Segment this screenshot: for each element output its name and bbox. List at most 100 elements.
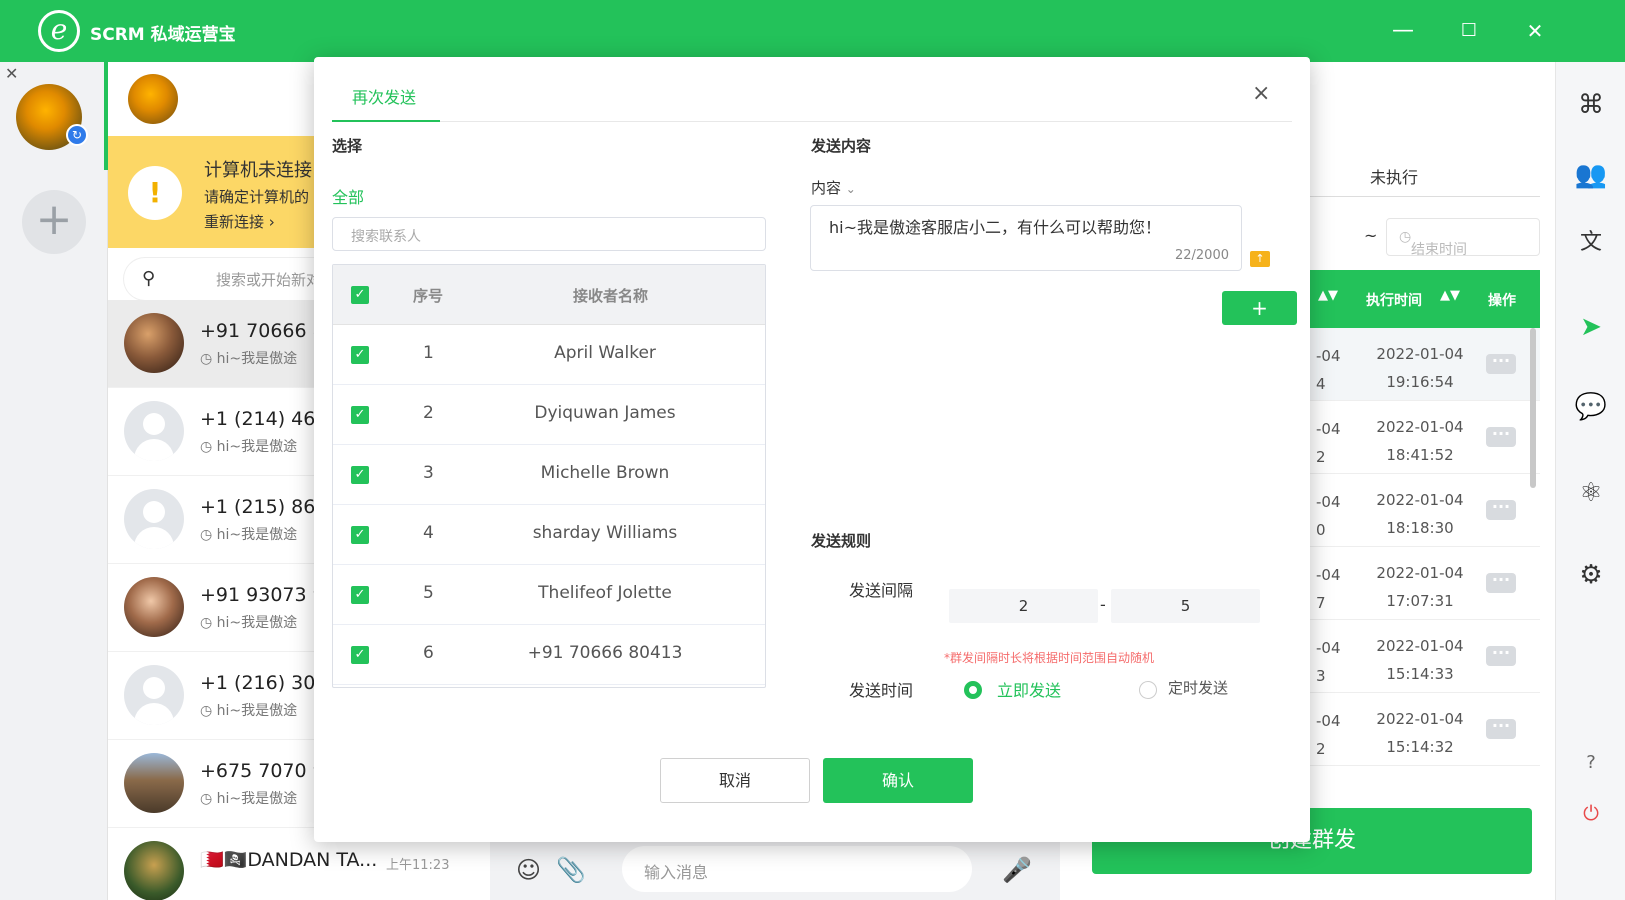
scheduled-send-label[interactable]: 定时发送: [1168, 677, 1228, 698]
history-row: -04 3 2022-01-04 15:14:33 ···: [1310, 620, 1540, 693]
history-scrollbar[interactable]: [1530, 328, 1536, 488]
send-now-label[interactable]: 立即发送: [997, 677, 1061, 701]
content-type-dropdown[interactable]: 内容 ⌄: [811, 177, 856, 198]
more-icon[interactable]: ···: [1486, 572, 1516, 593]
logout-icon[interactable]: ⏻: [1574, 796, 1608, 830]
chat-name: +675 7070 9: [200, 760, 325, 782]
minimize-button[interactable]: —: [1386, 14, 1420, 48]
chat-bubble-icon[interactable]: 💬: [1574, 390, 1608, 424]
more-icon[interactable]: ···: [1486, 353, 1516, 374]
more-icon[interactable]: ···: [1486, 645, 1516, 666]
history-table-header: ▲▼ 执行时间 ▲▼ 操作: [1310, 270, 1540, 328]
row-partial-date: -04 7: [1316, 566, 1341, 612]
sort-icon[interactable]: ▲▼: [1318, 288, 1338, 303]
help-icon[interactable]: ?: [1574, 746, 1608, 780]
send-now-radio[interactable]: [964, 681, 982, 699]
more-icon[interactable]: ···: [1486, 499, 1516, 520]
row-recipient-name: April Walker: [554, 343, 656, 363]
send-interval-label: 发送间隔: [849, 581, 914, 600]
row-partial-date: -04 2: [1316, 712, 1341, 758]
contact-avatar: [124, 489, 184, 549]
select-all-checkbox[interactable]: ✓: [351, 286, 369, 304]
maximize-button[interactable]: ☐: [1452, 14, 1486, 48]
scheduled-send-radio[interactable]: [1139, 681, 1157, 699]
interval-hint: *群发间隔时长将根据时间范围自动随机: [944, 651, 1155, 665]
end-time-input[interactable]: ◷ 结束时间: [1386, 218, 1540, 258]
active-tab-indicator: [332, 120, 440, 122]
row-partial-date: -04 4: [1316, 347, 1341, 393]
row-exec-time: 2022-01-04 15:14:33: [1376, 637, 1464, 683]
table-row: ✓ 4 sharday Williams: [333, 505, 765, 565]
contact-search-input[interactable]: 搜索联系人: [332, 217, 766, 251]
attachment-icon[interactable]: 📎: [556, 856, 586, 884]
row-checkbox[interactable]: ✓: [351, 586, 369, 604]
close-icon[interactable]: ×: [1252, 81, 1270, 106]
warning-icon: !: [128, 166, 182, 220]
sync-icon: ↻: [66, 124, 88, 146]
message-content-textarea[interactable]: hi~我是傲途客服店小二，有什么可以帮助您！ 22/2000: [810, 205, 1242, 271]
chat-name: +1 (214) 46: [200, 408, 316, 430]
upload-folder-icon[interactable]: ↑: [1250, 251, 1270, 267]
apps-icon[interactable]: ⌘: [1574, 88, 1608, 122]
select-all-link[interactable]: 全部: [332, 184, 364, 208]
close-window-button[interactable]: ✕: [1518, 14, 1552, 48]
mass-send-icon[interactable]: ➤: [1574, 310, 1608, 344]
row-recipient-name: Thelifeof Jolette: [538, 583, 672, 603]
interval-max-input[interactable]: 5: [1111, 589, 1260, 623]
contact-avatar: [124, 313, 184, 373]
history-row: -04 2 2022-01-04 15:14:32 ···: [1310, 693, 1540, 766]
tab-unexecuted[interactable]: 未执行: [1370, 164, 1418, 188]
message-input[interactable]: 输入消息: [622, 846, 972, 892]
row-recipient-name: +91 70666 80413: [527, 643, 683, 663]
column-recipient-name: 接收者名称: [573, 287, 649, 305]
more-icon[interactable]: ···: [1486, 426, 1516, 447]
add-account-button[interactable]: +: [22, 190, 86, 254]
date-range-separator: ~: [1364, 226, 1378, 245]
row-checkbox[interactable]: ✓: [351, 526, 369, 544]
account-sidebar: ✕ ↻ +: [0, 62, 108, 900]
message-content: hi~我是傲途客服店小二，有什么可以帮助您！: [829, 218, 1161, 237]
warning-title: 计算机未连接: [204, 160, 312, 181]
row-exec-time: 2022-01-04 18:41:52: [1376, 418, 1464, 464]
app-title: SCRM 私域运营宝: [90, 25, 236, 45]
resend-dialog: 再次发送 × 选择 全部 搜索联系人 ✓ 序号 接收者名称 ✓ 1 April …: [314, 57, 1310, 842]
reconnect-link[interactable]: 重新连接 ›: [204, 211, 275, 232]
confirm-button[interactable]: 确认: [823, 758, 973, 803]
microphone-icon[interactable]: 🎤: [1002, 856, 1032, 884]
translate-icon[interactable]: 文: [1574, 226, 1608, 260]
settings-icon[interactable]: ⚙: [1574, 558, 1608, 592]
row-number: 3: [423, 463, 434, 483]
row-checkbox[interactable]: ✓: [351, 406, 369, 424]
chat-name: +1 (215) 86: [200, 496, 316, 518]
add-content-button[interactable]: +: [1222, 291, 1297, 325]
tab-resend[interactable]: 再次发送: [352, 84, 416, 108]
row-exec-time: 2022-01-04 18:18:30: [1376, 491, 1464, 537]
chat-last-message: ◷ hi~我是傲途: [200, 615, 298, 631]
contact-avatar: [124, 401, 184, 461]
send-time-label: 发送时间: [849, 681, 914, 700]
chat-last-message: ◷ hi~我是傲途: [200, 527, 298, 543]
dialog-tab-divider: [332, 121, 1292, 122]
row-checkbox[interactable]: ✓: [351, 646, 369, 664]
table-row: ✓ 3 Michelle Brown: [333, 445, 765, 505]
atom-icon[interactable]: ⚛: [1574, 476, 1608, 510]
end-time-placeholder: ◷ 结束时间: [1399, 229, 1467, 258]
cancel-button[interactable]: 取消: [660, 758, 810, 803]
row-exec-time: 2022-01-04 17:07:31: [1376, 564, 1464, 610]
chat-last-message: ◷ hi~我是傲途: [200, 703, 298, 719]
sort-icon[interactable]: ▲▼: [1440, 288, 1460, 303]
table-row: ✓ 6 +91 70666 80413: [333, 625, 765, 685]
profile-avatar[interactable]: [128, 74, 178, 124]
title-bar: e SCRM 私域运营宝 — ☐ ✕: [0, 0, 1625, 62]
row-number: 2: [423, 403, 434, 423]
account-close-icon[interactable]: ✕: [5, 64, 18, 83]
more-icon[interactable]: ···: [1486, 718, 1516, 739]
emoji-icon[interactable]: ☺: [516, 856, 541, 884]
interval-min-input[interactable]: 2: [949, 589, 1098, 623]
chat-last-message: ◷ hi~我是傲途: [200, 351, 298, 367]
chat-last-message: ◷ hi~我是傲途: [200, 439, 298, 455]
contacts-icon[interactable]: 👥: [1574, 158, 1608, 192]
table-row: ✓ 5 Thelifeof Jolette: [333, 565, 765, 625]
row-checkbox[interactable]: ✓: [351, 466, 369, 484]
row-checkbox[interactable]: ✓: [351, 346, 369, 364]
